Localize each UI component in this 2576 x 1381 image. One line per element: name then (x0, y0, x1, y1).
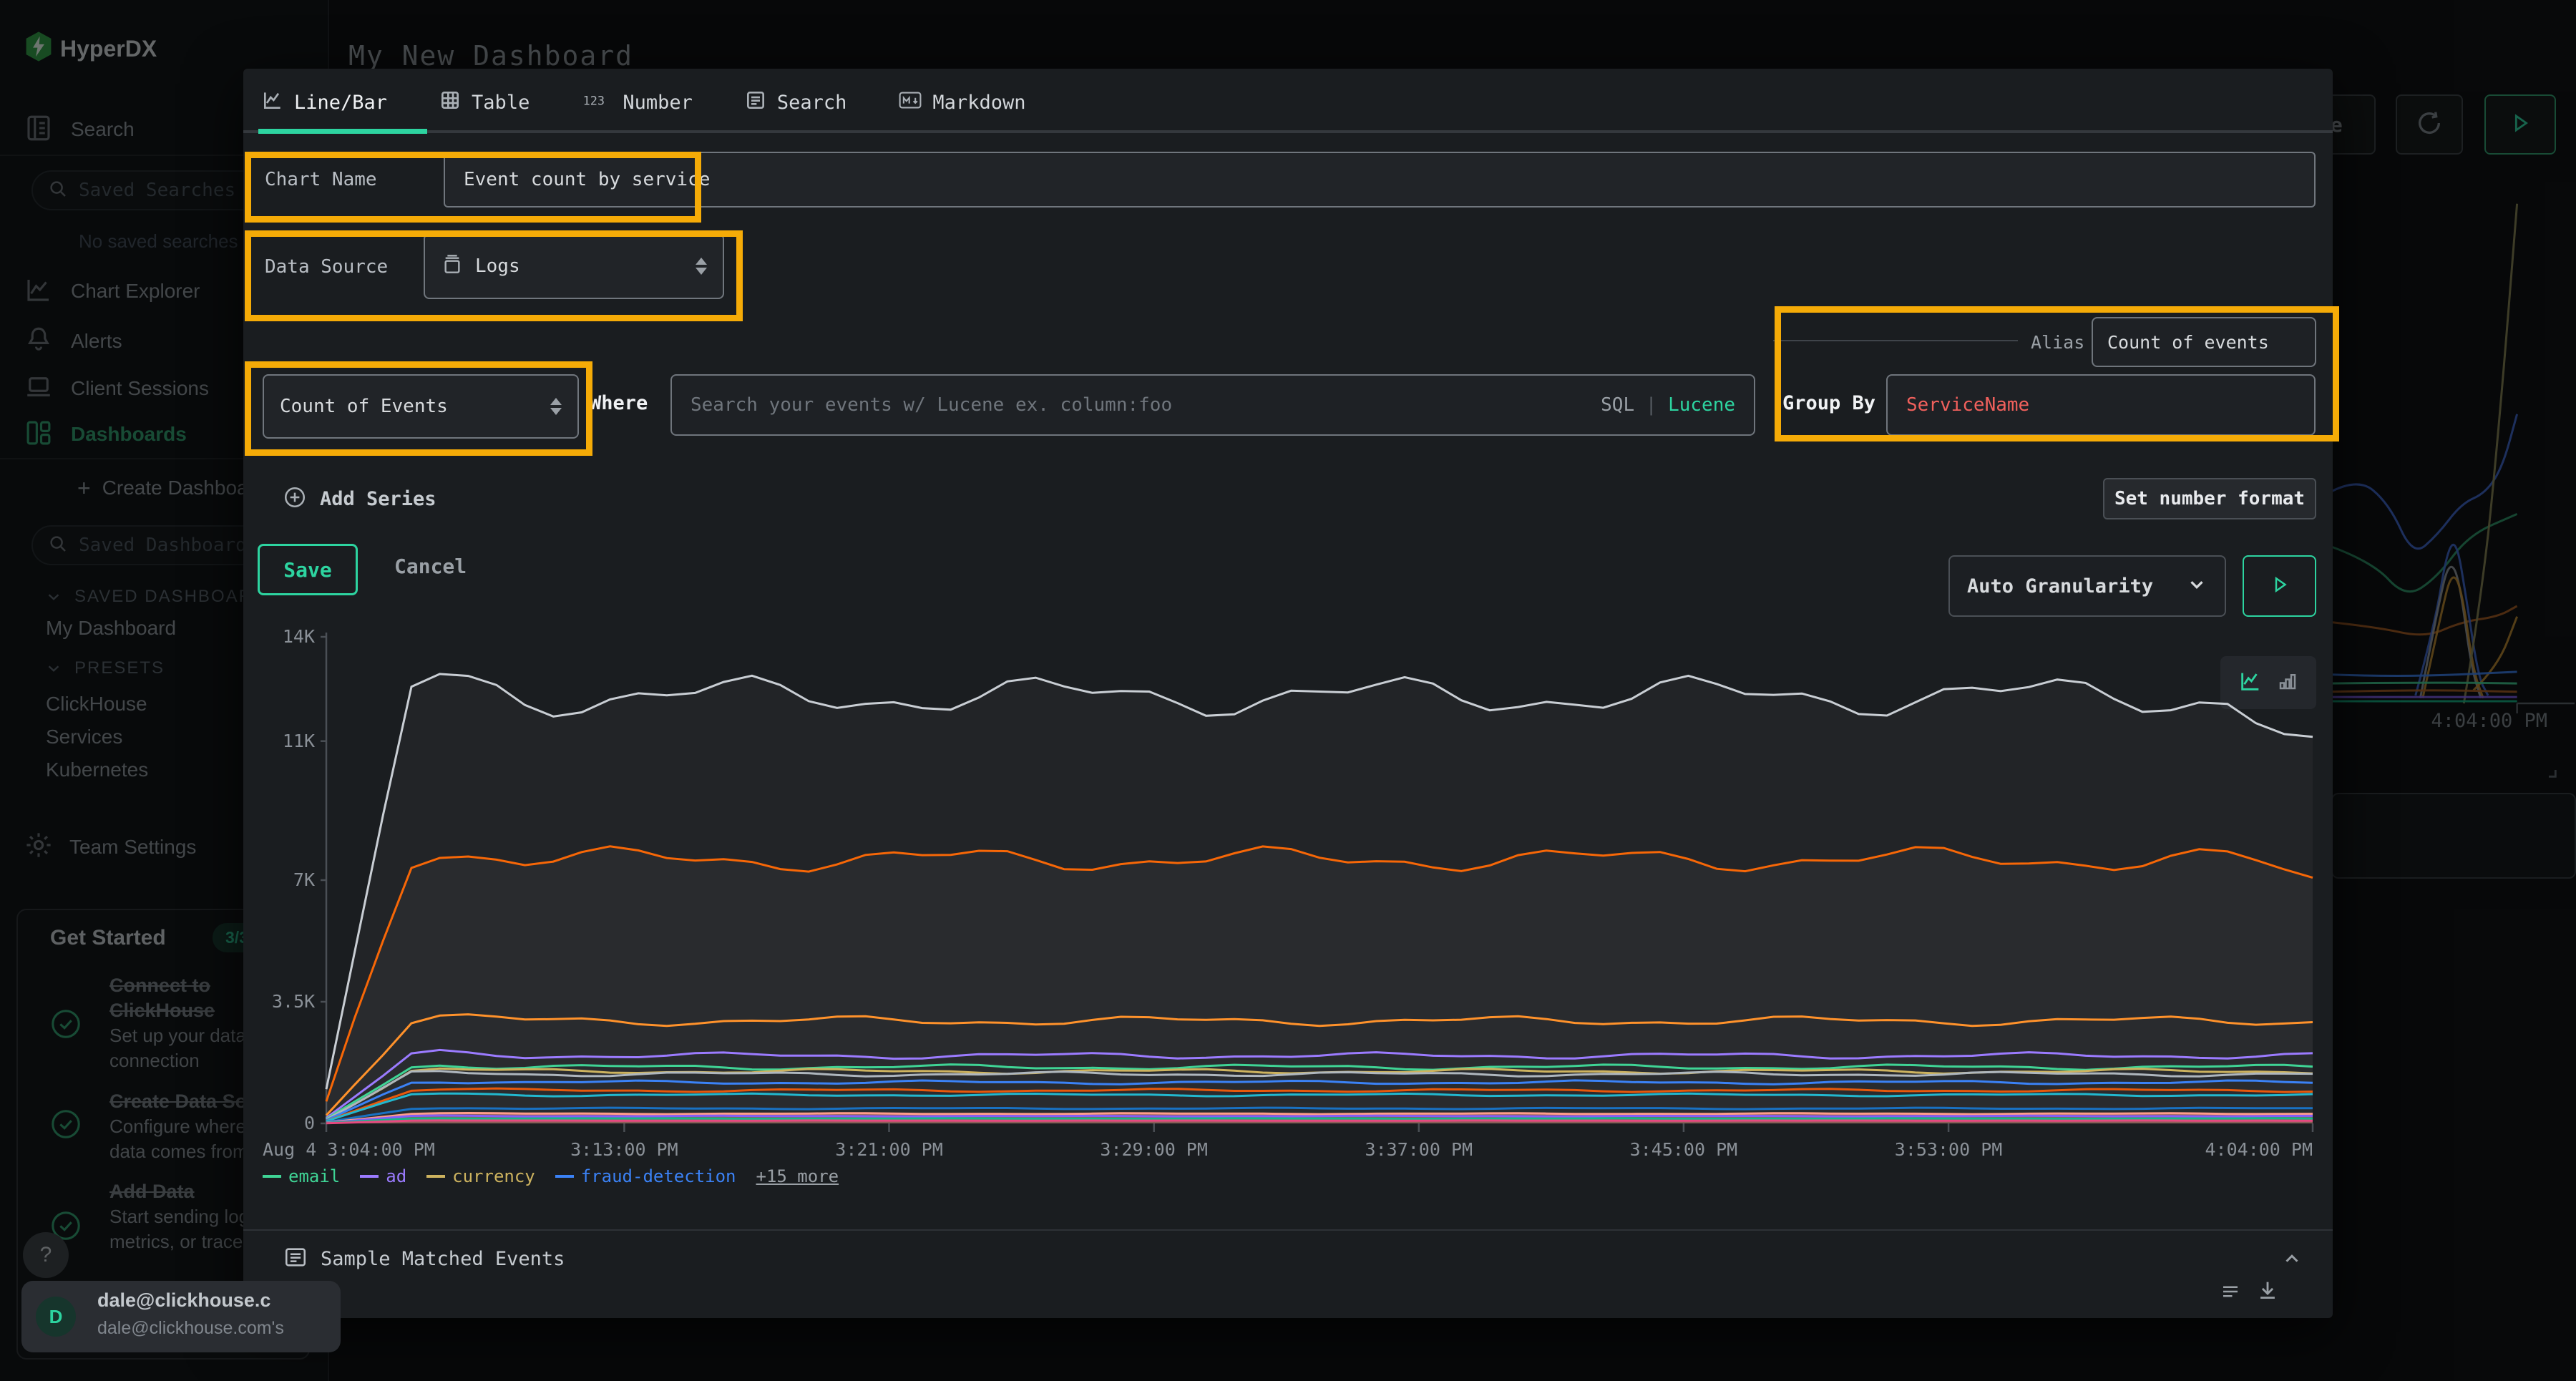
x-axis-tick-label: 4:04:00 PM (2205, 1139, 2313, 1160)
legend-dash (426, 1175, 445, 1178)
granularity-select[interactable]: Auto Granularity (1948, 555, 2226, 617)
legend-label: currency (452, 1166, 535, 1186)
tab-markdown[interactable]: Markdown (898, 89, 1025, 117)
align-justify-icon[interactable] (2220, 1281, 2241, 1306)
legend-item-ad[interactable]: ad (360, 1166, 406, 1186)
tab-label: Markdown (932, 92, 1025, 114)
avatar: D (36, 1297, 76, 1337)
main-chart[interactable] (321, 627, 2318, 1136)
section-divider (243, 1229, 2333, 1231)
tab-label: Search (777, 92, 847, 114)
x-axis-tick-label: 3:37:00 PM (1365, 1139, 1473, 1160)
add-series-button[interactable]: Add Series (283, 485, 436, 513)
run-chart-button[interactable] (2243, 555, 2316, 617)
legend-more-link[interactable]: +15 more (756, 1166, 839, 1186)
where-placeholder: Search your events w/ Lucene ex. column:… (691, 394, 1172, 416)
legend-item-currency[interactable]: currency (426, 1166, 535, 1186)
tab-number[interactable]: 123 Number (581, 89, 693, 117)
cancel-button[interactable]: Cancel (390, 554, 471, 579)
legend-item-fraud-detection[interactable]: fraud-detection (555, 1166, 736, 1186)
line-chart-icon (261, 89, 284, 117)
tab-search[interactable]: Search (744, 89, 847, 117)
legend-label: ad (386, 1166, 406, 1186)
table-icon (439, 89, 462, 117)
user-name: dale@clickhouse.c (97, 1289, 270, 1312)
annotation-data-source (245, 230, 743, 321)
doc-list-icon (283, 1245, 308, 1273)
tab-label: Number (623, 92, 693, 114)
play-icon (2269, 574, 2290, 599)
chart-legend: email ad currency fraud-detection +15 more (263, 1166, 839, 1186)
x-axis-tick-label: 3:29:00 PM (1100, 1139, 1208, 1160)
set-number-format-button[interactable]: Set number format (2103, 478, 2316, 519)
legend-item-email[interactable]: email (263, 1166, 340, 1186)
chevron-down-icon (2186, 574, 2207, 599)
lucene-toggle[interactable]: Lucene (1668, 394, 1735, 416)
save-button[interactable]: Save (258, 544, 358, 595)
plus-circle-icon (283, 485, 307, 513)
user-subtitle: dale@clickhouse.com's (97, 1318, 284, 1339)
tab-table[interactable]: Table (439, 89, 530, 117)
tab-label: Table (472, 92, 530, 114)
where-label: Where (590, 392, 648, 414)
download-icon[interactable] (2255, 1278, 2280, 1306)
doc-list-icon (744, 89, 767, 117)
sql-toggle[interactable]: SQL (1601, 394, 1634, 416)
x-axis-tick-label: 3:13:00 PM (570, 1139, 678, 1160)
legend-dash (360, 1175, 379, 1178)
chart-name-input[interactable] (444, 152, 2316, 208)
legend-dash (263, 1175, 281, 1178)
tab-label: Line/Bar (294, 92, 387, 114)
x-axis-tick-label: Aug 4 3:04:00 PM (263, 1139, 435, 1160)
y-axis-tick-label: 11K (272, 731, 315, 751)
where-input[interactable]: Search your events w/ Lucene ex. column:… (670, 374, 1755, 436)
y-axis-tick-label: 3.5K (272, 991, 315, 1012)
legend-label: email (288, 1166, 340, 1186)
annotation-chart-name (245, 152, 701, 223)
x-axis-tick-label: 3:45:00 PM (1630, 1139, 1738, 1160)
y-axis-tick-label: 0 (272, 1113, 315, 1133)
y-axis-tick-label: 14K (272, 626, 315, 647)
annotation-group-by (1775, 306, 2339, 441)
legend-label: fraud-detection (581, 1166, 736, 1186)
sample-events-header[interactable]: Sample Matched Events (283, 1245, 565, 1273)
svg-text:123: 123 (583, 93, 605, 107)
collapse-chevron-up-icon[interactable] (2281, 1248, 2303, 1273)
x-axis-tick-label: 3:53:00 PM (1895, 1139, 2003, 1160)
markdown-icon (898, 89, 922, 117)
tab-line-bar[interactable]: Line/Bar (261, 89, 387, 117)
active-tab-underline (258, 129, 427, 134)
tabs-divider (243, 130, 2333, 133)
y-axis-tick-label: 7K (272, 869, 315, 890)
annotation-aggregation (245, 361, 592, 456)
number-123-icon: 123 (581, 89, 613, 117)
x-axis-tick-label: 3:21:00 PM (835, 1139, 943, 1160)
granularity-value: Auto Granularity (1967, 575, 2153, 597)
legend-dash (555, 1175, 574, 1178)
